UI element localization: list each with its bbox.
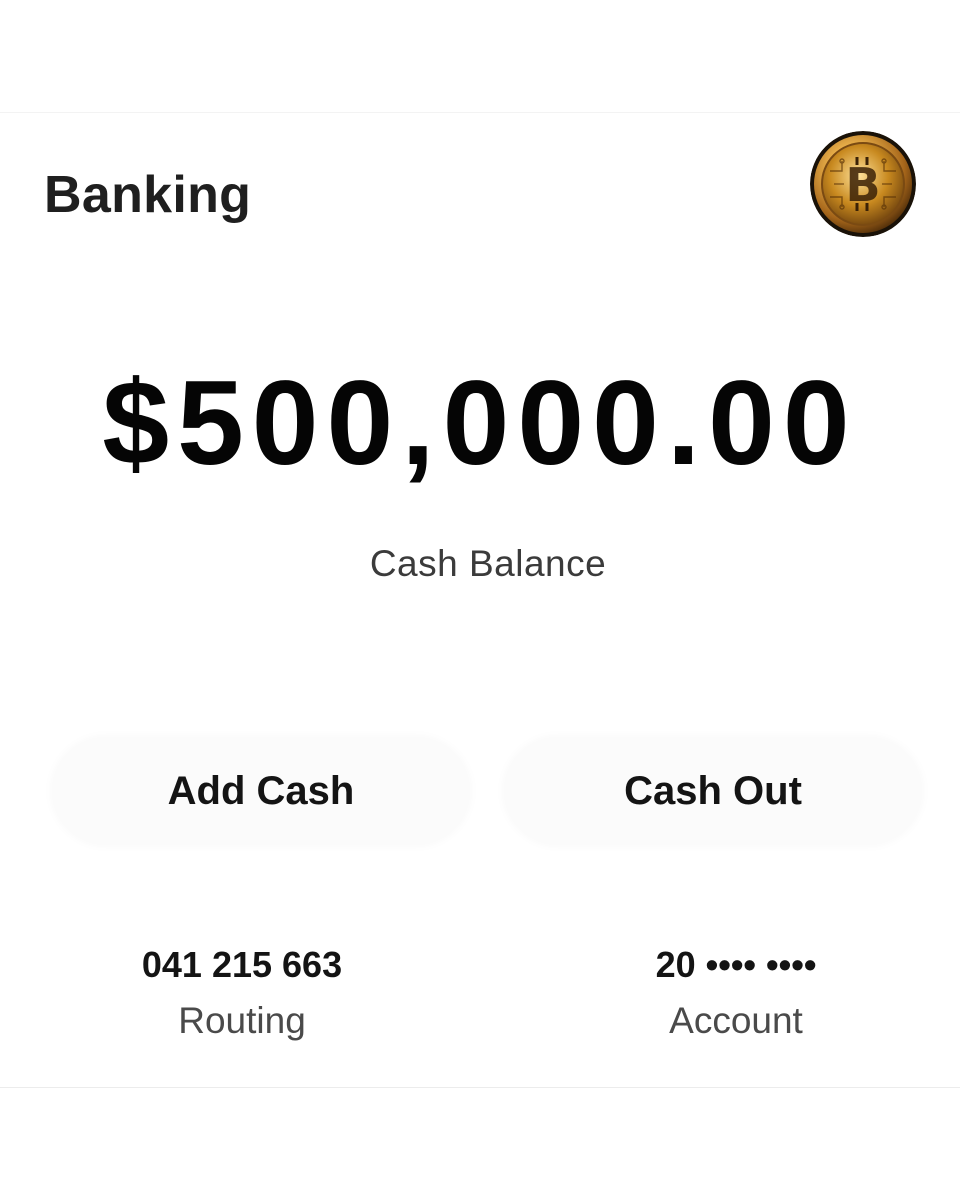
cash-out-button[interactable]: Cash Out [504,737,922,845]
account-label: Account [669,1000,803,1041]
profile-avatar[interactable]: B [810,131,916,237]
routing-label: Routing [178,1000,306,1041]
banking-card: Banking B $500,000.00 Cash Balance Add C… [0,112,960,1088]
routing-number-block[interactable]: 041 215 663 Routing [42,943,442,1043]
cash-balance-amount: $500,000.00 [102,356,858,490]
cash-balance-label: Cash Balance [369,543,607,584]
account-number: 20 •••• •••• [655,944,817,985]
account-number-block[interactable]: 20 •••• •••• Account [536,943,936,1043]
svg-text:B: B [845,158,880,212]
add-cash-button[interactable]: Add Cash [52,737,470,845]
routing-number: 041 215 663 [141,944,343,985]
bitcoin-coin-icon: B [810,131,916,237]
page-title: Banking [44,166,252,224]
